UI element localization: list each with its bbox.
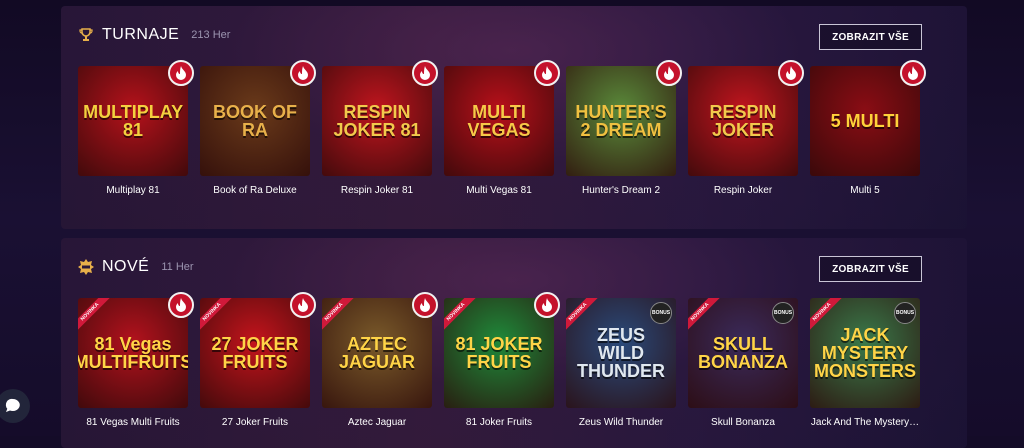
game-name[interactable]: Multiplay 81 bbox=[78, 185, 188, 196]
game-name[interactable]: Aztec Jaguar bbox=[322, 417, 432, 428]
game-card[interactable]: MULTI VEGAS Multi Vegas 81 bbox=[444, 60, 560, 196]
game-name[interactable]: Respin Joker bbox=[688, 185, 798, 196]
flame-icon bbox=[412, 292, 438, 318]
game-card[interactable]: NOVINKA 27 JOKER FRUITS 27 Joker Fruits bbox=[200, 292, 316, 428]
game-thumbnail[interactable]: NOVINKA BONUS SKULL BONANZA bbox=[688, 298, 798, 408]
bonus-badge: BONUS bbox=[894, 302, 916, 324]
game-logo: JACK MYSTERY MONSTERS bbox=[814, 325, 917, 381]
trophy-icon bbox=[78, 27, 94, 43]
show-all-button[interactable]: ZOBRAZIT VŠE bbox=[819, 24, 922, 50]
bonus-badge: BONUS bbox=[772, 302, 794, 324]
game-logo: 5 MULTI bbox=[830, 111, 900, 131]
game-name[interactable]: 27 Joker Fruits bbox=[200, 417, 310, 428]
game-logo: MULTIPLAY 81 bbox=[83, 102, 184, 140]
game-row: MULTIPLAY 81 Multiplay 81 BOOK OF RA Book … bbox=[78, 60, 926, 196]
game-card[interactable]: NOVINKA BONUS SKULL BONANZA Skull Bonanza bbox=[688, 298, 798, 428]
game-card[interactable]: NOVINKA 81 Vegas MULTIFRUITS 81 Vegas Mult… bbox=[78, 292, 194, 428]
flame-icon bbox=[412, 60, 438, 86]
flame-icon bbox=[534, 60, 560, 86]
flame-icon bbox=[290, 292, 316, 318]
new-ribbon: NOVINKA bbox=[78, 298, 113, 335]
show-all-button[interactable]: ZOBRAZIT VŠE bbox=[819, 256, 922, 282]
game-card[interactable]: 5 MULTI Multi 5 bbox=[810, 60, 926, 196]
section-title: NOVÉ bbox=[102, 258, 150, 275]
flame-icon bbox=[168, 292, 194, 318]
section-count: 11 Her bbox=[161, 261, 194, 273]
game-card[interactable]: HUNTER'S 2 DREAM Hunter's Dream 2 bbox=[566, 60, 682, 196]
game-thumbnail[interactable]: NOVINKA BONUS ZEUS WILD THUNDER bbox=[566, 298, 676, 408]
new-ribbon: NOVINKA bbox=[200, 298, 235, 335]
game-logo: RESPIN JOKER 81 bbox=[333, 102, 421, 140]
section-header: NOVÉ 11 Her bbox=[78, 258, 194, 276]
section-count: 213 Her bbox=[191, 29, 231, 41]
game-logo: MULTI VEGAS bbox=[467, 102, 531, 140]
game-name[interactable]: 81 Vegas Multi Fruits bbox=[78, 417, 188, 428]
new-ribbon: NOVINKA bbox=[322, 298, 357, 335]
game-name[interactable]: Hunter's Dream 2 bbox=[566, 185, 676, 196]
game-name[interactable]: Multi Vegas 81 bbox=[444, 185, 554, 196]
game-card[interactable]: RESPIN JOKER Respin Joker bbox=[688, 60, 804, 196]
game-name[interactable]: Jack And The Mystery… bbox=[810, 417, 920, 428]
game-card[interactable]: NOVINKA 81 JOKER FRUITS 81 Joker Fruits bbox=[444, 292, 560, 428]
game-logo: SKULL BONANZA bbox=[698, 334, 788, 372]
game-name[interactable]: Book of Ra Deluxe bbox=[200, 185, 310, 196]
game-logo: 81 JOKER FRUITS bbox=[455, 334, 543, 372]
game-name[interactable]: 81 Joker Fruits bbox=[444, 417, 554, 428]
flame-icon bbox=[778, 60, 804, 86]
section-title: TURNAJE bbox=[102, 26, 180, 43]
flame-icon bbox=[168, 60, 194, 86]
game-logo: HUNTER'S 2 DREAM bbox=[575, 102, 667, 140]
game-name[interactable]: Skull Bonanza bbox=[688, 417, 798, 428]
section-nove: NOVÉ 11 Her ZOBRAZIT VŠE NOVINKA 81 Vegas… bbox=[61, 238, 967, 448]
section-header: TURNAJE 213 Her bbox=[78, 26, 230, 44]
game-logo: BOOK OF RA bbox=[213, 102, 297, 140]
bonus-badge: BONUS bbox=[650, 302, 672, 324]
chat-bubble-icon bbox=[5, 398, 20, 412]
flame-icon bbox=[656, 60, 682, 86]
game-name[interactable]: Zeus Wild Thunder bbox=[566, 417, 676, 428]
new-ribbon: NOVINKA bbox=[688, 298, 723, 335]
game-logo: AZTEC JAGUAR bbox=[338, 334, 415, 372]
game-card[interactable]: BOOK OF RA Book of Ra Deluxe bbox=[200, 60, 316, 196]
game-name[interactable]: Respin Joker 81 bbox=[322, 185, 432, 196]
section-turnaje: TURNAJE 213 Her ZOBRAZIT VŠE MULTIPLAY 8… bbox=[61, 6, 967, 229]
new-ribbon: NOVINKA bbox=[444, 298, 479, 335]
flame-icon bbox=[900, 60, 926, 86]
game-name[interactable]: Multi 5 bbox=[810, 185, 920, 196]
game-logo: 27 JOKER FRUITS bbox=[211, 334, 299, 372]
game-logo: RESPIN JOKER bbox=[709, 102, 777, 140]
game-card[interactable]: MULTIPLAY 81 Multiplay 81 bbox=[78, 60, 194, 196]
game-card[interactable]: RESPIN JOKER 81 Respin Joker 81 bbox=[322, 60, 438, 196]
game-logo: ZEUS WILD THUNDER bbox=[577, 325, 665, 381]
game-card[interactable]: NOVINKA AZTEC JAGUAR Aztec Jaguar bbox=[322, 292, 438, 428]
game-card[interactable]: NOVINKA BONUS ZEUS WILD THUNDER Zeus Wild T… bbox=[566, 298, 676, 428]
game-card[interactable]: NOVINKA BONUS JACK MYSTERY MONSTERS Jack An… bbox=[810, 298, 920, 428]
flame-icon bbox=[534, 292, 560, 318]
new-badge-icon bbox=[78, 259, 94, 275]
flame-icon bbox=[290, 60, 316, 86]
game-row: NOVINKA 81 Vegas MULTIFRUITS 81 Vegas Mult… bbox=[78, 292, 920, 428]
game-thumbnail[interactable]: NOVINKA BONUS JACK MYSTERY MONSTERS bbox=[810, 298, 920, 408]
game-logo: 81 Vegas MULTIFRUITS bbox=[78, 334, 188, 372]
